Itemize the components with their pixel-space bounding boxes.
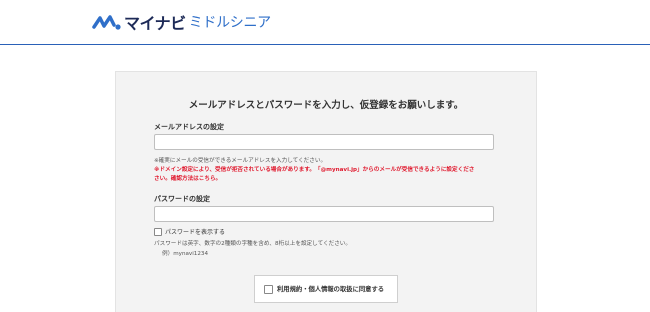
- agree-terms-label[interactable]: 利用規約・個人情報の取扱に同意する: [277, 284, 384, 293]
- site-header: マイナビ ミドルシニア: [0, 0, 650, 45]
- site-logo[interactable]: マイナビ ミドルシニア: [92, 9, 271, 35]
- email-domain-warning: ※ドメイン設定により、受信が拒否されている場合があります。「@mynavi.jp…: [154, 166, 499, 184]
- mynavi-logo-icon: [92, 15, 121, 30]
- logo-main-text: マイナビ: [124, 14, 186, 33]
- logo-sub-text: ミドルシニア: [188, 15, 272, 31]
- show-password-label[interactable]: パスワードを表示する: [165, 227, 225, 236]
- form-headline: メールアドレスとパスワードを入力し、仮登録をお願いします。: [188, 100, 464, 111]
- email-label: メールアドレスの設定: [154, 123, 224, 131]
- agree-terms-checkbox[interactable]: [264, 285, 273, 294]
- show-password-checkbox[interactable]: [154, 228, 162, 236]
- password-input[interactable]: [154, 206, 494, 222]
- email-warning-line1: ※ドメイン設定により、受信が拒否されている場合があります。「@mynavi.jp…: [154, 167, 475, 173]
- password-example: 例）mynavi1234: [162, 251, 209, 257]
- password-note: パスワードは英字、数字の2種類の字種を含め、8桁以上を設定してください。: [154, 241, 351, 247]
- email-warning-line2[interactable]: さい。確認方法はこちら。: [154, 175, 499, 184]
- password-label: パスワードの設定: [154, 195, 210, 203]
- email-note: ※確実にメールの受信ができるメールアドレスを入力してください。: [154, 158, 327, 164]
- registration-panel: メールアドレスとパスワードを入力し、仮登録をお願いします。 メールアドレスの設定…: [115, 71, 537, 312]
- email-input[interactable]: [154, 134, 494, 150]
- agree-terms-box[interactable]: 利用規約・個人情報の取扱に同意する: [254, 275, 398, 303]
